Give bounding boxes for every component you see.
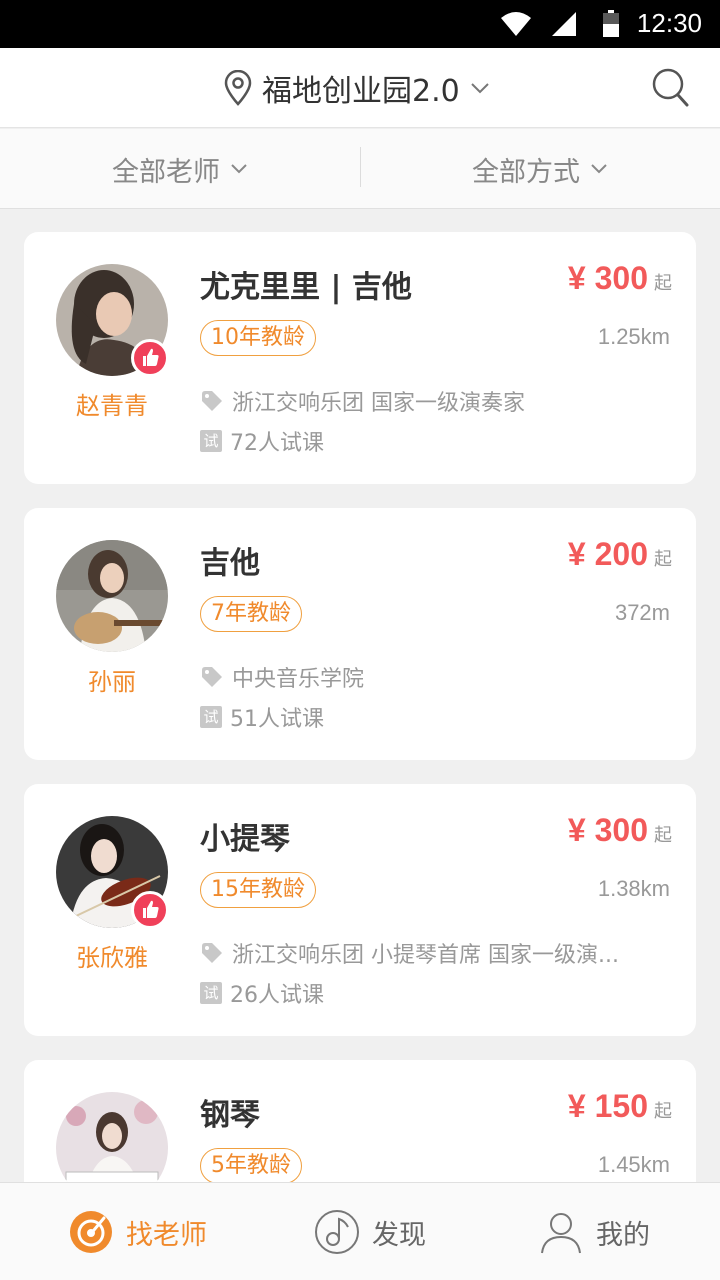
tags-row: 浙江交响乐团 小提琴首席 国家一级演... [200,936,670,970]
teacher-name: 赵青青 [76,392,148,420]
price-suffix: 起 [654,825,672,846]
teacher-name: 孙丽 [88,668,136,696]
bottom-nav: 找老师 发现 我的 [0,1182,720,1280]
teacher-card[interactable]: 孙丽 吉他 ¥ 200 起 7年教龄 372m 中央音乐学院 试 51人试课 [24,508,696,760]
teacher-card[interactable]: 张欣雅 小提琴 ¥ 300 起 15年教龄 1.38km 浙江交响乐团 小提琴首… [24,784,696,1036]
location-name: 福地创业园2.0 [262,74,460,109]
price-value: ¥ 150 [567,1088,648,1124]
trial-count: 72人试课 [230,431,324,456]
trial-row: 试 72人试课 [200,424,324,458]
chevron-down-icon [471,83,489,94]
price: ¥ 200 起 [568,536,672,573]
clock: 12:30 [636,8,702,38]
tag-icon [202,391,222,411]
price-value: ¥ 200 [567,536,648,572]
experience-badge: 7年教龄 [200,596,302,632]
trial-row: 试 26人试课 [200,976,324,1010]
price-suffix: 起 [654,1101,672,1122]
location-selector[interactable]: 福地创业园2.0 [222,66,490,110]
tag-icon [202,943,222,963]
distance: 1.38km [597,876,670,901]
trial-icon: 试 [200,706,222,728]
tags-text: 浙江交响乐团 小提琴首席 国家一级演... [232,943,619,968]
course-subject: 钢琴 [200,1098,260,1133]
trial-icon: 试 [200,982,222,1004]
tab-label: 我的 [596,1219,650,1251]
filter-label: 全部方式 [472,156,580,188]
tags-row: 浙江交响乐团 国家一级演奏家 [200,384,670,418]
price-value: ¥ 300 [567,260,648,296]
price: ¥ 150 起 [568,1088,672,1125]
wifi-icon [501,12,531,36]
trial-count: 51人试课 [230,707,324,732]
tab-discover[interactable]: 发现 [314,1183,426,1280]
filter-bar: 全部老师 全部方式 [0,129,720,209]
price: ¥ 300 起 [568,812,672,849]
distance: 1.45km [597,1152,670,1177]
thumbs-up-icon [131,339,169,377]
course-subject: 吉他 [200,546,260,581]
trial-row: 试 51人试课 [200,700,324,734]
filter-label: 全部老师 [112,156,220,188]
chevron-down-icon [591,164,607,174]
battery-icon [603,10,619,37]
teacher-card[interactable]: 赵青青 尤克里里 | 吉他 ¥ 300 起 10年教龄 1.25km 浙江交响乐… [24,232,696,484]
tags-row: 中央音乐学院 [200,660,670,694]
tab-label: 发现 [372,1219,426,1251]
tag-icon [202,667,222,687]
chevron-down-icon [231,164,247,174]
tab-label: 找老师 [126,1219,207,1251]
filter-all-teachers[interactable]: 全部老师 [0,129,360,209]
thumbs-up-icon [131,891,169,929]
top-bar: 福地创业园2.0 [0,48,720,128]
discover-music-icon [315,1210,359,1254]
course-subject: 小提琴 [200,822,290,857]
find-teacher-icon [70,1211,112,1253]
status-bar: 12:30 [0,0,720,48]
experience-badge: 15年教龄 [200,872,316,908]
teacher-avatar [56,540,168,652]
price: ¥ 300 起 [568,260,672,297]
location-pin-icon [224,70,252,106]
trial-icon: 试 [200,430,222,452]
distance: 372m [614,600,670,625]
course-subject: 尤克里里 | 吉他 [200,270,412,305]
trial-count: 26人试课 [230,983,324,1008]
experience-badge: 10年教龄 [200,320,316,356]
price-suffix: 起 [654,549,672,570]
price-value: ¥ 300 [567,812,648,848]
tab-profile[interactable]: 我的 [538,1183,650,1280]
tags-text: 浙江交响乐团 国家一级演奏家 [232,391,525,416]
teacher-name: 张欣雅 [76,944,148,972]
search-icon[interactable] [650,65,690,109]
experience-badge: 5年教龄 [200,1148,302,1184]
tab-find-teacher[interactable]: 找老师 [68,1183,207,1280]
distance: 1.25km [597,324,670,349]
filter-all-methods[interactable]: 全部方式 [360,129,720,209]
profile-icon [541,1213,581,1254]
tags-text: 中央音乐学院 [232,667,365,692]
price-suffix: 起 [654,273,672,294]
signal-icon [552,12,576,36]
